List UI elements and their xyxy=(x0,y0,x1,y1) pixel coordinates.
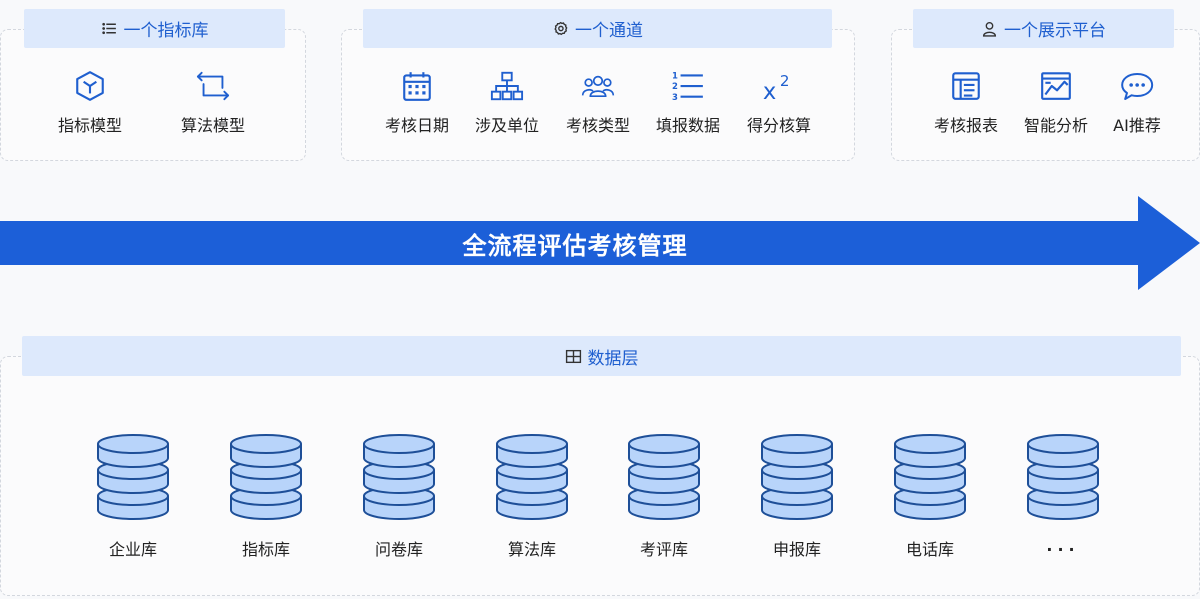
user-icon xyxy=(981,20,998,37)
process-arrow-title: 全流程评估考核管理 xyxy=(462,231,688,260)
gear-icon xyxy=(552,20,569,37)
database-label: 申报库 xyxy=(772,540,821,559)
calendar-icon xyxy=(399,68,435,104)
item-label: 算法模型 xyxy=(180,116,246,135)
database-item[interactable]: 电话库 xyxy=(890,430,970,560)
svg-text:x: x xyxy=(763,79,776,103)
database-icon xyxy=(894,434,966,520)
svg-text:2: 2 xyxy=(780,72,790,90)
database-item[interactable]: 企业库 xyxy=(93,430,173,560)
item-label: 考核报表 xyxy=(933,116,999,135)
list-icon xyxy=(101,20,118,37)
database-label: 问卷库 xyxy=(374,540,423,559)
data-layer-panel xyxy=(0,356,1200,596)
database-item[interactable]: 问卷库 xyxy=(359,430,439,560)
database-item[interactable]: ... xyxy=(1023,430,1103,555)
item-indicator-model[interactable]: 指标模型 xyxy=(58,68,122,136)
item-score-accounting[interactable]: x2 得分核算 xyxy=(747,68,811,136)
database-item[interactable]: 考评库 xyxy=(624,430,704,560)
indicator-library-title: 一个指标库 xyxy=(123,21,209,41)
database-item[interactable]: 算法库 xyxy=(492,430,572,560)
database-icon xyxy=(363,434,435,520)
svg-text:1: 1 xyxy=(672,72,678,82)
data-layer-header: 数据层 xyxy=(22,336,1181,376)
database-icon xyxy=(230,434,302,520)
database-icon xyxy=(97,434,169,520)
item-assessment-type[interactable]: 考核类型 xyxy=(566,68,630,136)
database-label: ... xyxy=(1046,536,1080,555)
database-label: 指标库 xyxy=(241,540,290,559)
numbered-list-icon: 123 xyxy=(670,68,706,104)
database-icon xyxy=(761,434,833,520)
item-label: 智能分析 xyxy=(1023,116,1089,135)
report-icon xyxy=(948,68,984,104)
item-ai-recommend[interactable]: AI推荐 xyxy=(1113,68,1161,136)
database-icon xyxy=(1027,434,1099,520)
item-label: 涉及单位 xyxy=(474,116,540,135)
database-label: 算法库 xyxy=(507,540,556,559)
data-layer-title: 数据层 xyxy=(587,348,639,369)
database-item[interactable]: 指标库 xyxy=(226,430,306,560)
svg-text:3: 3 xyxy=(672,93,678,103)
database-icon xyxy=(496,434,568,520)
item-involved-units[interactable]: 涉及单位 xyxy=(475,68,539,136)
item-label: 考核日期 xyxy=(384,116,450,135)
item-fill-data[interactable]: 123 填报数据 xyxy=(656,68,720,136)
display-platform-title: 一个展示平台 xyxy=(1004,21,1106,41)
item-label: 考核类型 xyxy=(565,116,631,135)
item-label: 填报数据 xyxy=(655,116,721,135)
item-algorithm-model[interactable]: 算法模型 xyxy=(181,68,245,136)
superscript-icon: x2 xyxy=(761,68,797,104)
indicator-library-header: 一个指标库 xyxy=(24,9,285,48)
chart-window-icon xyxy=(1038,68,1074,104)
database-label: 电话库 xyxy=(905,540,954,559)
org-chart-icon xyxy=(489,68,525,104)
item-label: AI推荐 xyxy=(1113,116,1161,135)
database-item[interactable]: 申报库 xyxy=(757,430,837,560)
item-assessment-report[interactable]: 考核报表 xyxy=(934,68,998,136)
database-label: 企业库 xyxy=(108,540,157,559)
display-platform-header: 一个展示平台 xyxy=(913,9,1174,48)
svg-text:2: 2 xyxy=(672,82,678,92)
item-intelligent-analysis[interactable]: 智能分析 xyxy=(1024,68,1088,136)
channel-title: 一个通道 xyxy=(575,21,643,41)
cube-icon xyxy=(72,68,108,104)
indicator-library-panel xyxy=(0,29,306,161)
channel-header: 一个通道 xyxy=(363,9,832,48)
table-icon xyxy=(565,348,582,365)
database-icon xyxy=(628,434,700,520)
item-label: 指标模型 xyxy=(57,116,123,135)
chat-bubble-icon xyxy=(1119,68,1155,104)
database-label: 考评库 xyxy=(639,540,688,559)
item-assessment-date[interactable]: 考核日期 xyxy=(385,68,449,136)
loop-arrows-icon xyxy=(195,68,231,104)
people-icon xyxy=(580,68,616,104)
item-label: 得分核算 xyxy=(746,116,812,135)
